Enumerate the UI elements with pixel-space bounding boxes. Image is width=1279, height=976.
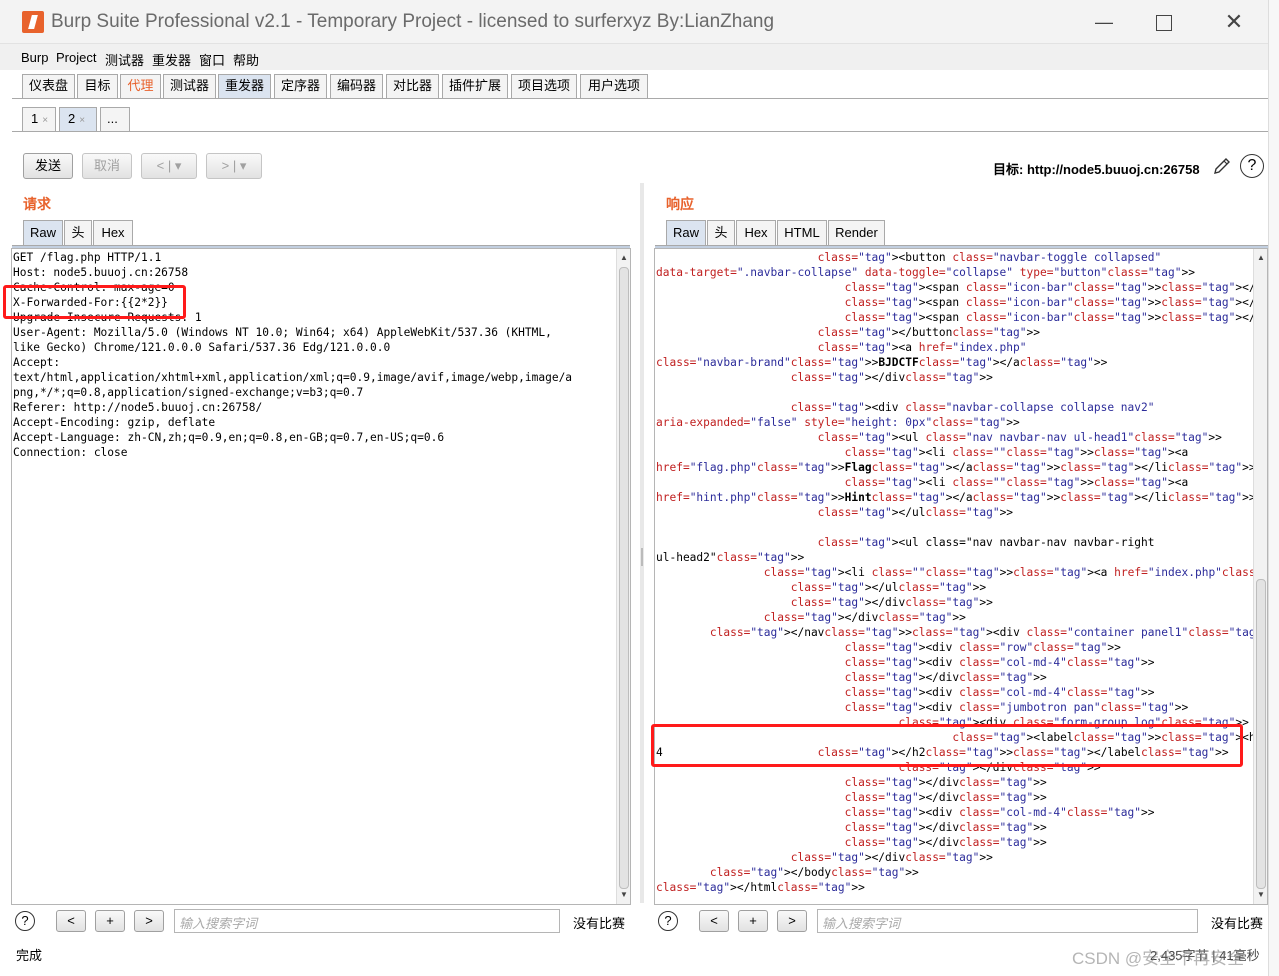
tab-proxy[interactable]: 代理 <box>120 74 161 98</box>
maximize-button[interactable] <box>1151 10 1175 34</box>
menu-project[interactable]: Project <box>56 50 96 65</box>
scroll-up-icon[interactable]: ▲ <box>1254 251 1267 265</box>
response-search-add-button[interactable]: + <box>738 910 768 932</box>
forward-button[interactable]: > | ▾ <box>206 153 262 179</box>
tab-dashboard[interactable]: 仪表盘 <box>22 74 75 98</box>
repeater-tab-label: 1 <box>31 111 39 126</box>
response-title: 响应 <box>666 196 694 212</box>
watermark: CSDN @安全不再安全 <box>1072 949 1245 968</box>
response-match-count: 没有比赛 <box>1211 916 1264 931</box>
response-search-prev-button[interactable]: < <box>699 910 729 932</box>
pencil-icon[interactable] <box>1211 155 1233 177</box>
highlight-box-xff <box>3 285 186 319</box>
scroll-down-icon[interactable]: ▼ <box>1254 888 1267 902</box>
request-match-count: 没有比赛 <box>573 916 626 931</box>
repeater-tab-bar: 1 × 2 × ... <box>12 99 1268 139</box>
scroll-down-icon[interactable]: ▼ <box>617 888 630 902</box>
request-tab-raw[interactable]: Raw <box>23 220 63 245</box>
response-editor[interactable]: class="tag"><button class="navbar-toggle… <box>654 248 1268 905</box>
request-text[interactable]: GET /flag.php HTTP/1.1 Host: node5.buuoj… <box>13 250 572 460</box>
close-tab-icon[interactable]: × <box>79 115 85 126</box>
response-tab-html[interactable]: HTML <box>777 220 827 245</box>
request-scrollbar[interactable]: ▲ ▼ <box>616 249 630 904</box>
response-search-input[interactable]: 输入搜索字词 <box>817 909 1198 933</box>
target-label: 目标: http://node5.buuoj.cn:26758 <box>993 162 1200 177</box>
tab-decoder[interactable]: 编码器 <box>330 74 383 98</box>
tab-repeater[interactable]: 重发器 <box>218 74 271 98</box>
tab-user-options[interactable]: 用户选项 <box>580 74 648 98</box>
request-tab-headers[interactable]: 头 <box>64 220 92 245</box>
response-search-help-icon[interactable]: ? <box>658 911 678 931</box>
status-text: 完成 <box>16 948 43 963</box>
menu-burp[interactable]: Burp <box>21 50 48 65</box>
request-search-next-button[interactable]: > <box>134 910 164 932</box>
response-text[interactable]: class="tag"><button class="navbar-toggle… <box>656 250 1267 895</box>
help-icon[interactable]: ? <box>1240 154 1264 178</box>
request-title: 请求 <box>23 196 51 212</box>
window-title: Burp Suite Professional v2.1 - Temporary… <box>51 11 775 32</box>
repeater-tab-2[interactable]: 2 × <box>59 107 97 131</box>
subtab-divider <box>12 131 1268 132</box>
tab-intruder[interactable]: 测试器 <box>163 74 216 98</box>
menu-intruder[interactable]: 测试器 <box>105 50 144 69</box>
request-editor[interactable]: GET /flag.php HTTP/1.1 Host: node5.buuoj… <box>11 248 631 905</box>
title-bar: Burp Suite Professional v2.1 - Temporary… <box>0 0 1268 44</box>
minimize-button[interactable]: — <box>1092 10 1116 34</box>
tab-sequencer[interactable]: 定序器 <box>274 74 327 98</box>
request-search-add-button[interactable]: + <box>95 910 125 932</box>
response-search-next-button[interactable]: > <box>777 910 807 932</box>
highlight-box-ip <box>651 724 1243 767</box>
tab-extender[interactable]: 插件扩展 <box>442 74 508 98</box>
response-tab-render[interactable]: Render <box>828 220 885 245</box>
pane-splitter[interactable] <box>640 183 644 903</box>
menu-bar: Burp Project 测试器 重发器 窗口 帮助 <box>0 44 1268 70</box>
scroll-thumb[interactable] <box>1256 579 1266 889</box>
back-button[interactable]: < | ▾ <box>141 153 197 179</box>
request-search-help-icon[interactable]: ? <box>15 911 35 931</box>
response-tab-hex[interactable]: Hex <box>736 220 776 245</box>
background-window-edge <box>1268 0 1279 976</box>
splitter-grip[interactable] <box>641 548 643 566</box>
menu-repeater[interactable]: 重发器 <box>152 50 191 69</box>
menu-window[interactable]: 窗口 <box>199 50 225 69</box>
close-tab-icon[interactable]: × <box>42 115 48 126</box>
repeater-tab-label: 2 <box>68 111 76 126</box>
close-button[interactable]: ✕ <box>1222 10 1246 34</box>
cancel-button[interactable]: 取消 <box>82 153 132 179</box>
response-tab-headers[interactable]: 头 <box>707 220 735 245</box>
request-search-prev-button[interactable]: < <box>56 910 86 932</box>
send-button[interactable]: 发送 <box>23 153 73 179</box>
request-search-input[interactable]: 输入搜索字词 <box>174 909 560 933</box>
repeater-tab-new[interactable]: ... <box>100 107 130 131</box>
burp-logo-icon <box>22 11 44 33</box>
repeater-tab-1[interactable]: 1 × <box>22 107 56 131</box>
tab-target[interactable]: 目标 <box>77 74 118 98</box>
response-tab-raw[interactable]: Raw <box>666 220 706 245</box>
response-scrollbar[interactable]: ▲ ▼ <box>1253 249 1267 904</box>
scroll-up-icon[interactable]: ▲ <box>617 251 630 265</box>
tab-project-options[interactable]: 项目选项 <box>511 74 577 98</box>
scroll-thumb[interactable] <box>619 267 629 889</box>
request-tab-hex[interactable]: Hex <box>93 220 133 245</box>
tab-comparer[interactable]: 对比器 <box>386 74 439 98</box>
menu-help[interactable]: 帮助 <box>233 50 259 69</box>
